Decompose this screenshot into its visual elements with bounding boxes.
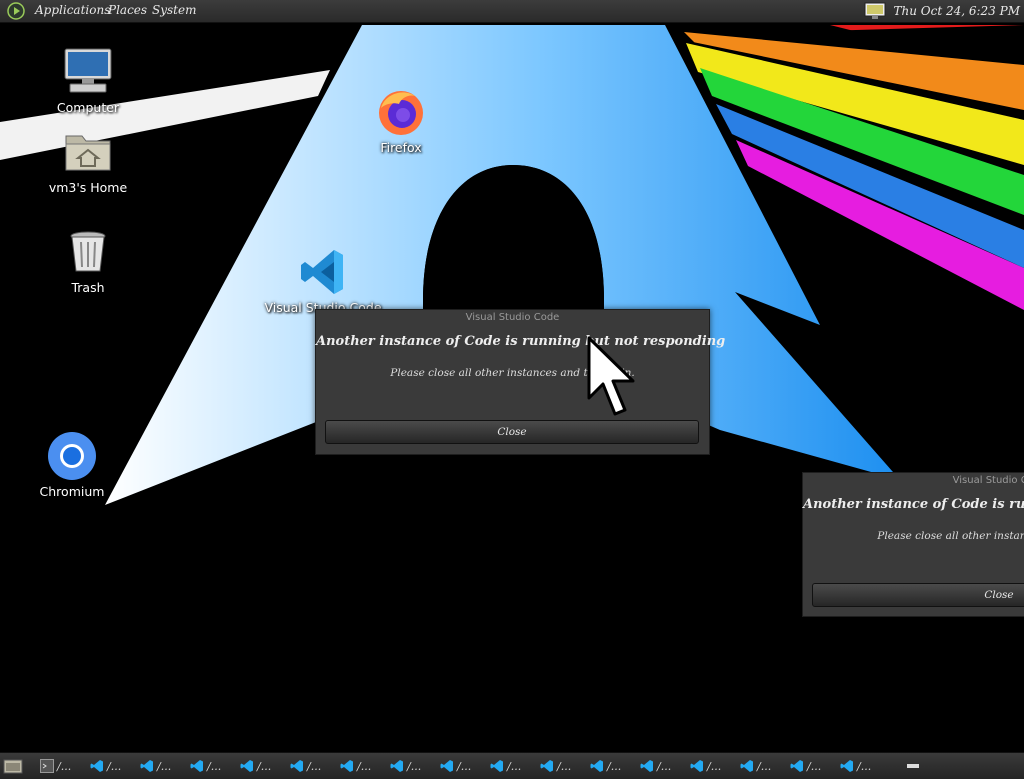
taskbar-task-label: /...	[357, 760, 371, 773]
vscode-icon	[140, 759, 154, 773]
vscode-icon	[790, 759, 804, 773]
vscode-icon	[90, 759, 104, 773]
vscode-icon	[297, 246, 349, 298]
taskbar-vscode-14[interactable]: /...	[740, 757, 771, 775]
vscode-icon	[290, 759, 304, 773]
vscode-icon	[440, 759, 454, 773]
taskbar-task-label: /...	[857, 760, 871, 773]
vscode-icon	[490, 759, 504, 773]
taskbar-task-label: /...	[57, 760, 71, 773]
taskbar-task-label: /...	[207, 760, 221, 773]
taskbar-task-label: /...	[107, 760, 121, 773]
home-folder-icon	[62, 126, 114, 178]
desktop-icon-trash[interactable]: Trash	[23, 226, 153, 295]
vscode-icon	[190, 759, 204, 773]
taskbar-task-label: /...	[557, 760, 571, 773]
vscode-icon	[340, 759, 354, 773]
taskbar-task-label: /...	[707, 760, 721, 773]
vscode-icon	[840, 759, 854, 773]
display-icon[interactable]	[864, 2, 886, 20]
taskbar-vscode-13[interactable]: /...	[690, 757, 721, 775]
show-desktop-icon[interactable]	[3, 757, 23, 775]
vscode-icon	[390, 759, 404, 773]
menu-places[interactable]: Places	[108, 3, 147, 17]
menu-logo-icon[interactable]	[7, 2, 25, 20]
trash-icon	[62, 226, 114, 278]
taskbar-vscode-10[interactable]: /...	[540, 757, 571, 775]
taskbar-terminal[interactable]: /...	[40, 757, 71, 775]
desktop-icon-label: Chromium	[7, 484, 137, 499]
taskbar-task-label: /...	[457, 760, 471, 773]
second-dialog-clip: Visual Studio Code Another instance of C…	[802, 472, 1024, 617]
taskbar-vscode-3[interactable]: /...	[190, 757, 221, 775]
panel-right-area: Thu Oct 24, 6:23 PM	[864, 0, 1024, 22]
vscode-error-dialog: Visual Studio Code Another instance of C…	[315, 309, 710, 455]
dialog-headline: Another instance of Code is running but …	[316, 334, 709, 349]
dialog-title[interactable]: Visual Studio Code	[803, 473, 1024, 489]
bottom-panel: /... /... /... /... /... /... /... /... …	[0, 752, 1024, 779]
desktop-icon-label: Trash	[23, 280, 153, 295]
taskbar-vscode-8[interactable]: /...	[440, 757, 471, 775]
vscode-icon	[240, 759, 254, 773]
desktop-icon-vscode[interactable]: Visual Studio Code	[258, 246, 388, 315]
taskbar-vscode-4[interactable]: /...	[240, 757, 271, 775]
taskbar-vscode-11[interactable]: /...	[590, 757, 621, 775]
taskbar-vscode-2[interactable]: /...	[140, 757, 171, 775]
vscode-icon	[590, 759, 604, 773]
taskbar-vscode-16[interactable]: /...	[840, 757, 871, 775]
taskbar-vscode-7[interactable]: /...	[390, 757, 421, 775]
desktop-icon-firefox[interactable]: Firefox	[336, 86, 466, 155]
dialog-detail: Please close all other instances and try…	[803, 530, 1024, 542]
taskbar-task-label: /...	[307, 760, 321, 773]
taskbar-task-label: /...	[407, 760, 421, 773]
taskbar-vscode-15[interactable]: /...	[790, 757, 821, 775]
taskbar-task-label: /...	[257, 760, 271, 773]
close-button[interactable]: Close	[325, 420, 699, 444]
taskbar-task-label: /...	[657, 760, 671, 773]
dialog-title[interactable]: Visual Studio Code	[316, 310, 709, 326]
chromium-icon	[46, 430, 98, 482]
taskbar-task-label: /...	[507, 760, 521, 773]
dialog-detail: Please close all other instances and try…	[316, 367, 709, 379]
desktop-icon-label: Computer	[23, 100, 153, 115]
vscode-error-dialog-2: Visual Studio Code Another instance of C…	[802, 472, 1024, 617]
vscode-icon	[740, 759, 754, 773]
desktop-icon-home[interactable]: vm3's Home	[23, 126, 153, 195]
vscode-icon	[640, 759, 654, 773]
taskbar-vscode-1[interactable]: /...	[90, 757, 121, 775]
taskbar-task-label: /...	[807, 760, 821, 773]
menu-system[interactable]: System	[152, 3, 196, 17]
computer-icon	[62, 46, 114, 98]
desktop-icon-chromium[interactable]: Chromium	[7, 430, 137, 499]
firefox-icon	[375, 86, 427, 138]
taskbar-task-label: /...	[157, 760, 171, 773]
desktop-icon-label: Firefox	[336, 140, 466, 155]
taskbar-vscode-9[interactable]: /...	[490, 757, 521, 775]
vscode-icon	[690, 759, 704, 773]
clock[interactable]: Thu Oct 24, 6:23 PM	[894, 4, 1021, 18]
terminal-icon	[40, 759, 54, 773]
taskbar-task-label: /...	[757, 760, 771, 773]
close-button-2[interactable]: Close	[812, 583, 1024, 607]
top-panel: Applications Places System Thu Oct 24, 6…	[0, 0, 1024, 23]
dialog-headline: Another instance of Code is running but …	[803, 497, 1024, 512]
taskbar-vscode-5[interactable]: /...	[290, 757, 321, 775]
desktop-icon-computer[interactable]: Computer	[23, 46, 153, 115]
taskbar-task-label: /...	[607, 760, 621, 773]
vscode-icon	[540, 759, 554, 773]
menu-applications[interactable]: Applications	[35, 3, 110, 17]
mouse-cursor-icon	[587, 336, 639, 418]
taskbar-vscode-6[interactable]: /...	[340, 757, 371, 775]
workspace-switcher-icon[interactable]	[906, 760, 928, 772]
desktop-icon-label: vm3's Home	[23, 180, 153, 195]
taskbar-vscode-12[interactable]: /...	[640, 757, 671, 775]
